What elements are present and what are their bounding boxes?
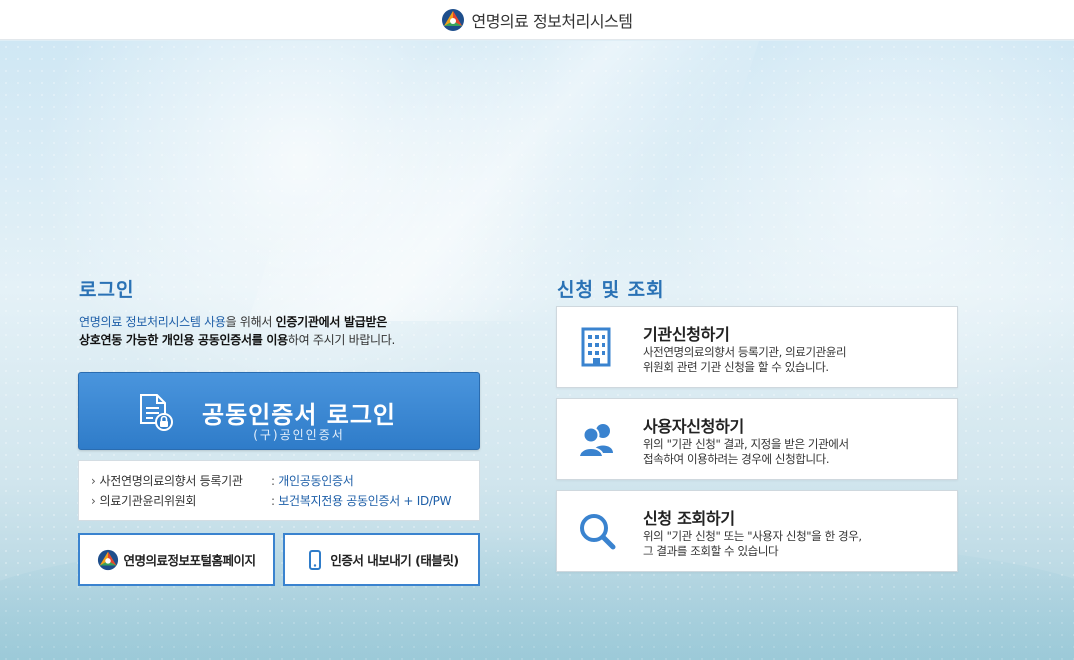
info-label: 사전연명의료의향서 등록기관 xyxy=(91,471,271,491)
info-label: 의료기관윤리위원회 xyxy=(91,491,271,511)
card-desc-line: 위의 "기관 신청" 결과, 지정을 받은 기관에서 xyxy=(643,437,849,451)
desc-text: 을 위해서 xyxy=(225,315,276,329)
info-value: 개인공동인증서 xyxy=(271,471,353,491)
institution-apply-card[interactable]: 기관신청하기 사전연명의료의향서 등록기관, 의료기관윤리 위원회 관련 기관 … xyxy=(556,306,958,388)
desc-system-use: 연명의료 정보처리시스템 사용 xyxy=(79,315,226,329)
application-lookup-card[interactable]: 신청 조회하기 위의 "기관 신청" 또는 "사용자 신청"을 한 경우, 그 … xyxy=(556,490,958,572)
info-value: 보건복지전용 공동인증서 + ID/PW xyxy=(271,491,451,511)
desc-request: 하여 주시기 바랍니다. xyxy=(287,333,396,347)
login-description: 연명의료 정보처리시스템 사용을 위해서 인증기관에서 발급받은 상호연동 가능… xyxy=(79,313,479,349)
users-icon xyxy=(577,424,613,458)
building-icon xyxy=(581,327,611,367)
certificate-login-subtitle: (구)공인인증서 xyxy=(253,428,345,442)
brand[interactable]: 연명의료 정보처리시스템 xyxy=(441,8,633,32)
desc-personal-cert: 상호연동 가능한 개인용 공동인증서를 이용 xyxy=(79,333,288,347)
certificate-document-lock-icon xyxy=(140,394,173,431)
card-description: 위의 "기관 신청" 또는 "사용자 신청"을 한 경우, 그 결과를 조회할 … xyxy=(643,529,943,559)
search-icon xyxy=(580,514,616,550)
card-desc-line: 위의 "기관 신청" 또는 "사용자 신청"을 한 경우, xyxy=(643,529,862,543)
card-desc-line: 위원회 관련 기관 신청을 할 수 있습니다. xyxy=(643,360,829,374)
site-name: 연명의료 정보처리시스템 xyxy=(471,11,633,31)
triangle-logo-icon xyxy=(442,8,465,31)
info-row: 의료기관윤리위원회 보건복지전용 공동인증서 + ID/PW xyxy=(91,491,467,511)
certificate-login-button[interactable]: 공동인증서 로그인 (구)공인인증서 xyxy=(78,372,480,450)
export-certificate-button[interactable]: 인증서 내보내기 (태블릿) xyxy=(283,533,480,586)
card-title: 사용자신청하기 xyxy=(643,417,744,436)
certificate-login-title: 공동인증서 로그인 xyxy=(202,401,396,429)
user-apply-card[interactable]: 사용자신청하기 위의 "기관 신청" 결과, 지정을 받은 기관에서 접속하여 … xyxy=(556,398,958,480)
card-title: 기관신청하기 xyxy=(643,325,730,344)
card-description: 사전연명의료의향서 등록기관, 의료기관윤리 위원회 관련 기관 신청을 할 수… xyxy=(643,345,943,375)
portal-homepage-label: 연명의료정보포털홈페이지 xyxy=(123,553,256,568)
export-certificate-label: 인증서 내보내기 (태블릿) xyxy=(330,553,459,568)
card-desc-line: 그 결과를 조회할 수 있습니다 xyxy=(643,544,779,558)
apply-section-title: 신청 및 조회 xyxy=(557,279,665,301)
triangle-logo-icon xyxy=(98,549,119,570)
cert-info-box: 사전연명의료의향서 등록기관 개인공동인증서 의료기관윤리위원회 보건복지전용 … xyxy=(78,460,480,521)
login-section-title: 로그인 xyxy=(79,279,135,301)
top-header: 연명의료 정보처리시스템 xyxy=(0,0,1074,40)
portal-homepage-button[interactable]: 연명의료정보포털홈페이지 xyxy=(78,533,275,586)
desc-cert-authority: 인증기관에서 발급받은 xyxy=(275,315,388,329)
info-row: 사전연명의료의향서 등록기관 개인공동인증서 xyxy=(91,471,467,491)
card-desc-line: 접속하여 이용하려는 경우에 신청합니다. xyxy=(643,452,830,466)
card-desc-line: 사전연명의료의향서 등록기관, 의료기관윤리 xyxy=(643,345,847,359)
smartphone-icon xyxy=(309,549,322,570)
card-title: 신청 조회하기 xyxy=(643,509,735,528)
card-description: 위의 "기관 신청" 결과, 지정을 받은 기관에서 접속하여 이용하려는 경우… xyxy=(643,437,943,467)
